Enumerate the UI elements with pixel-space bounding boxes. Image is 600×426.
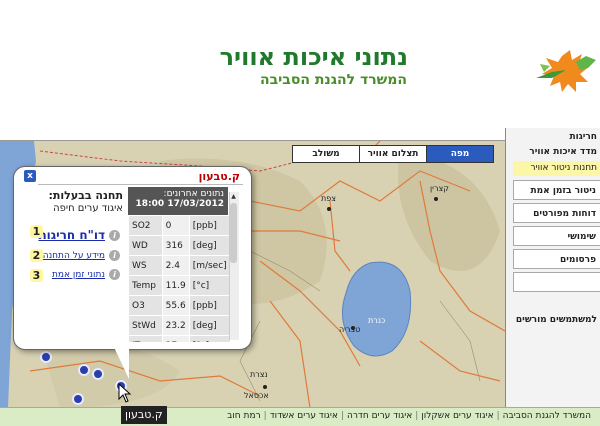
footer-link-ministry[interactable]: המשרד להגנת הסביבה [500,411,594,421]
reading-param: StWd [128,315,163,336]
reading-unit: [ppb] [188,295,231,316]
info-icon: i [109,250,120,261]
reading-value: 23.2 [161,315,190,336]
sidebar-item-useful[interactable]: שימושי [513,226,600,246]
exceedance-report-link[interactable]: i דו"ח חריגות [38,228,120,242]
readings-table: SO2 0 [ppb] WD 316 [deg] WS 2.4 [m/sec] Temp 11.9[… [128,215,231,342]
separator: | [415,411,419,421]
info-icon: i [109,229,120,241]
reading-row: StWd 23.2 [deg] [128,315,231,336]
sidebar-item-blank[interactable] [513,272,600,292]
reading-unit: [°c] [188,275,231,296]
city-label-tzfat: צפת [321,194,336,203]
station-marker[interactable] [92,368,104,380]
scroll-up-icon[interactable]: ▲ [229,192,238,201]
info-icon: i [109,269,120,280]
realtime-data-link[interactable]: i נתוני זמן אמת [52,269,120,280]
sidebar-item-detailed-reports[interactable]: דוחות מפורטים [513,203,600,223]
separator: | [340,411,344,421]
mouse-cursor-icon [118,383,132,403]
reading-unit: [ppb] [188,215,231,236]
lake-label: כנרת [368,316,386,325]
footer-link-ashdod[interactable]: איגוד ערים אשדוד [267,411,341,421]
city-label-katzrin: קצרין [430,184,449,193]
footer-link-ramat-hovav[interactable]: רמת חוב [224,411,264,421]
reading-unit: [deg] [188,315,231,336]
reading-value: 2.4 [161,255,190,276]
latest-data-panel: נתונים אחרונים: 17/03/2012 18:00 SO2 0 [pp… [128,187,240,342]
tab-aerial-photo[interactable]: תצלום אוויר [359,146,426,162]
step-badge-1: 1 [30,225,43,238]
reading-param: O3 [128,295,163,316]
station-marker[interactable] [72,393,84,405]
reading-row: ITemp27[°c] [128,335,231,342]
popup-pointer [113,345,129,379]
step-badge-2: 2 [30,249,43,262]
reading-unit: [m/sec] [188,255,231,276]
reading-param: Temp [128,275,163,296]
owner-value: איגוד ערים חיפה [53,203,123,214]
footer: המשרד להגנת הסביבה | איגוד ערים אשקלון | א… [0,407,600,426]
city-label-nazrat: נצרת [250,370,268,379]
separator: | [496,411,500,421]
tab-combined[interactable]: משולב [293,146,359,162]
leaf-logo-icon [536,50,596,92]
reading-param: WD [128,235,163,256]
reading-value: 316 [161,235,190,256]
sidebar-item-publications[interactable]: פרסומים [513,249,600,269]
city-dot [327,207,331,211]
latest-data-header: נתונים אחרונים: 17/03/2012 18:00 [128,187,228,215]
station-marker[interactable] [78,364,90,376]
city-label-tveria: טבריה [339,325,361,334]
station-marker[interactable] [40,351,52,363]
sidebar-item-exceedances[interactable]: חריגות [513,130,600,144]
city-dot [434,197,438,201]
map-type-tabs: משולב תצלום אוויר מפה [292,145,494,163]
reading-unit: [deg] [188,235,231,256]
reading-value: 55.6 [161,295,190,316]
reading-row: SO2 0 [ppb] [128,215,231,236]
popup-title: ק.טבעון [198,170,240,183]
reading-row: WS 2.4 [m/sec] [128,255,231,276]
owner-label: תחנה בבעלות: [48,189,123,202]
site-title: נתוני איכות אוויר [219,43,408,71]
city-dot [263,385,267,389]
site-subtitle: המשרד להגנת הסביבה [260,72,407,88]
close-icon[interactable]: x [24,170,36,182]
footer-link-hadera[interactable]: איגוד ערים חדרה [344,411,415,421]
reading-row: Temp 11.9 [°c] [128,275,231,296]
reading-unit: [°c] [188,335,231,342]
reading-row: WD 316 [deg] [128,235,231,256]
separator: | [263,411,267,421]
sidebar: חריגות מדד איכות אוויר תחנות ניטור אוויר… [505,128,600,407]
station-tooltip: ק.טבעון [121,406,167,424]
city-label-iksal: אכסאל [244,391,269,400]
reading-value: 0 [161,215,190,236]
header: נתוני איכות אוויר המשרד להגנת הסביבה [0,0,600,128]
sidebar-item-monitoring-stations[interactable]: תחנות ניטור אוויר [513,161,600,176]
station-info-link[interactable]: i מידע על התחנה [43,250,120,261]
tab-map[interactable]: מפה [426,146,493,162]
step-badge-3: 3 [30,269,43,282]
reading-param: WS [128,255,163,276]
footer-link-ashkelon[interactable]: איגוד ערים אשקלון [418,411,496,421]
divider [38,184,243,185]
reading-value: 11.9 [161,275,190,296]
latest-data-label: נתונים אחרונים: [163,189,224,199]
reading-value: 27 [161,335,190,342]
latest-data-time: 17/03/2012 18:00 [135,199,224,209]
sidebar-item-authorized-users[interactable]: למשתמשים מורשים [513,313,600,327]
sidebar-item-realtime[interactable]: ניטור בזמן אמת [513,180,600,200]
reading-row: O3 55.6 [ppb] [128,295,231,316]
reading-param: ITemp [128,335,163,342]
footer-links: המשרד להגנת הסביבה | איגוד ערים אשקלון | א… [224,411,594,421]
scroll-thumb[interactable] [230,203,237,263]
sidebar-item-air-quality-index[interactable]: מדד איכות אוויר [513,145,600,159]
reading-param: SO2 [128,215,163,236]
